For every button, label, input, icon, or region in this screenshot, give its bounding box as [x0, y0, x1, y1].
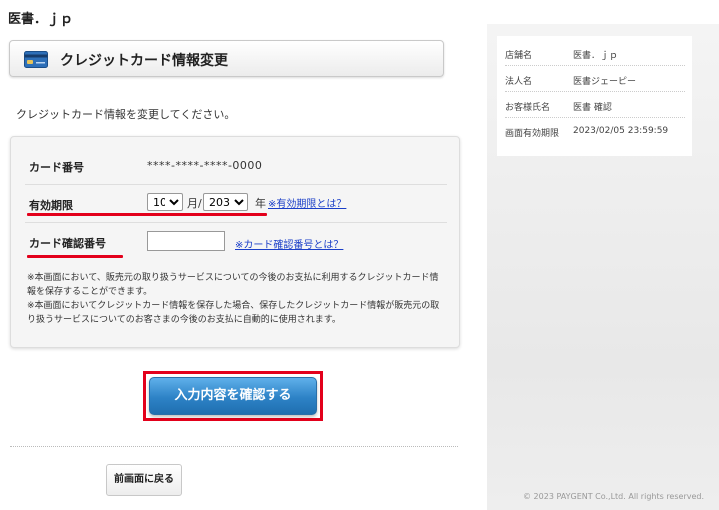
month-unit: 月/	[187, 197, 202, 210]
info-row-company: 法人名 医書ジェーピー	[505, 66, 685, 92]
expiry-row: 有効期限 10 月/ 2030 年 ※有効期限とは？	[25, 185, 447, 223]
info-key: お客様氏名	[505, 103, 551, 113]
info-value: 医書．ｊｐ	[573, 51, 619, 61]
info-row-shop: 店舗名 医書．ｊｐ	[505, 40, 685, 66]
cvc-input[interactable]	[147, 231, 225, 251]
expiry-highlight	[27, 213, 267, 216]
info-row-expiry: 画面有効期限 2023/02/05 23:59:59	[505, 118, 685, 144]
main-column: 医書．ｊｐ クレジットカード情報変更 クレジットカード情報を変更してください。 …	[0, 0, 470, 510]
info-value: 医書ジェーピー	[573, 77, 637, 87]
credit-card-icon	[24, 51, 48, 68]
expiry-year-select[interactable]: 2030	[203, 193, 248, 211]
note-2: ※本画面においてクレジットカード情報を保存した場合、保存したクレジットカード情報…	[27, 301, 440, 325]
year-unit: 年	[255, 197, 266, 210]
expiry-label: 有効期限	[29, 199, 73, 212]
info-sidebar: 店舗名 医書．ｊｐ 法人名 医書ジェーピー お客様氏名 医書 確認 画面有効期限…	[487, 24, 719, 510]
divider	[10, 446, 458, 447]
cvc-highlight	[27, 255, 123, 258]
info-key: 法人名	[505, 77, 533, 87]
info-row-customer: お客様氏名 医書 確認	[505, 92, 685, 118]
expiry-month-select[interactable]: 10	[147, 193, 183, 211]
cvc-label: カード確認番号	[29, 237, 106, 250]
info-key: 画面有効期限	[505, 129, 560, 139]
info-key: 店舗名	[505, 51, 533, 61]
shop-name: 医書．ｊｐ	[8, 12, 74, 27]
intro-text: クレジットカード情報を変更してください。	[16, 108, 236, 121]
card-number-value: ****-****-****-0000	[147, 159, 263, 172]
info-panel: 店舗名 医書．ｊｐ 法人名 医書ジェーピー お客様氏名 医書 確認 画面有効期限…	[497, 36, 692, 156]
card-number-label: カード番号	[29, 161, 84, 174]
page-header: クレジットカード情報変更	[9, 40, 444, 77]
back-button[interactable]: 前画面に戻る	[106, 464, 182, 496]
info-value: 医書 確認	[573, 103, 612, 113]
info-value: 2023/02/05 23:59:59	[573, 126, 669, 136]
page-title: クレジットカード情報変更	[60, 53, 228, 69]
cvc-help-link[interactable]: ※カード確認番号とは？	[235, 236, 343, 251]
copyright: © 2023 PAYGENT Co.,Ltd. All rights reser…	[523, 492, 705, 501]
expiry-help-link[interactable]: ※有効期限とは？	[268, 195, 346, 210]
notes: ※本画面において、販売元の取り扱うサービスについての今後のお支払に利用するクレジ…	[27, 271, 447, 327]
card-number-row: カード番号 ****-****-****-0000	[25, 147, 447, 185]
card-form: カード番号 ****-****-****-0000 有効期限 10 月/ 203…	[10, 136, 460, 348]
confirm-button[interactable]: 入力内容を確認する	[149, 377, 317, 415]
note-1: ※本画面において、販売元の取り扱うサービスについての今後のお支払に利用するクレジ…	[27, 273, 439, 297]
